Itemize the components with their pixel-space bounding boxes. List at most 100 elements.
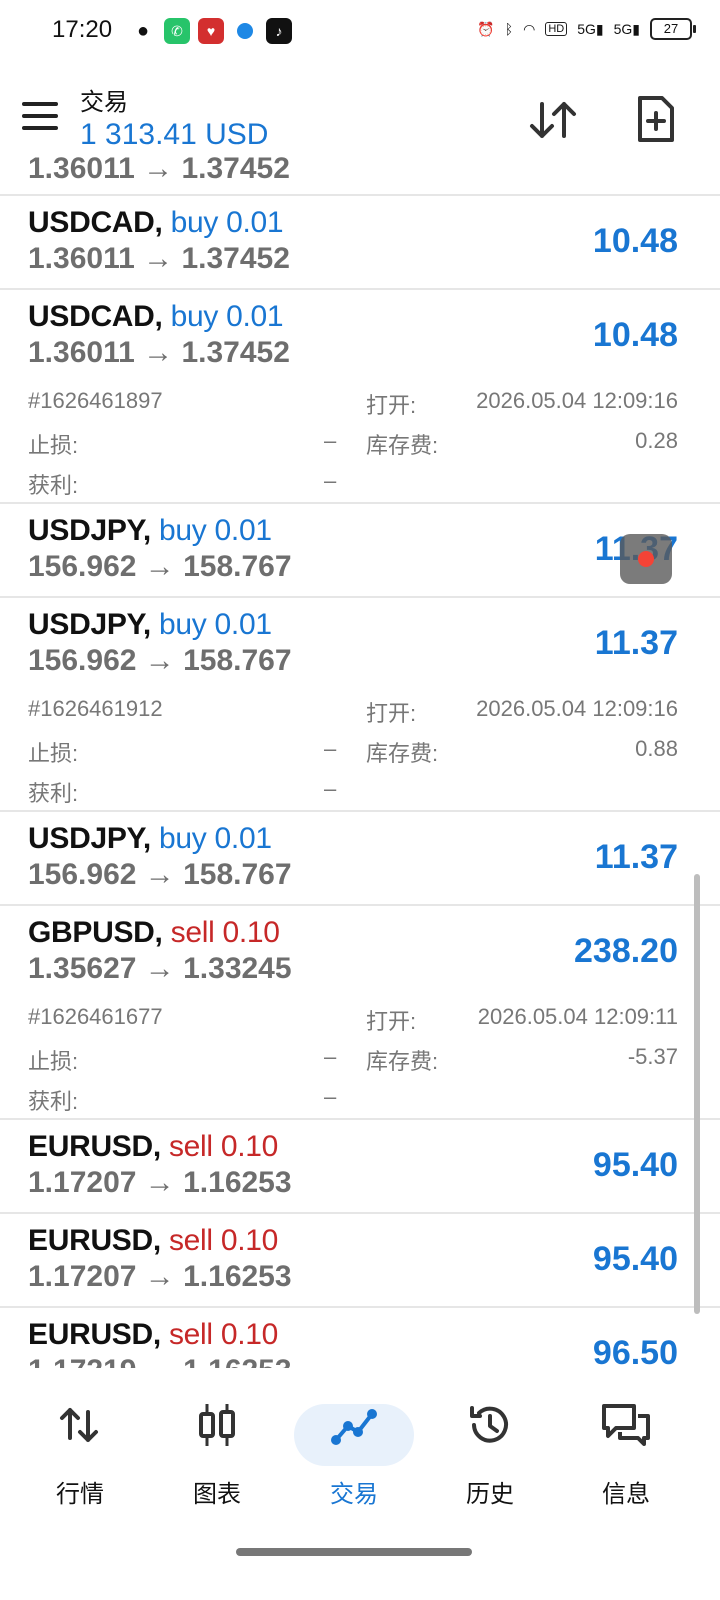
open-label: 打开:	[366, 393, 417, 418]
page-title: 交易	[80, 89, 128, 116]
position-direction: buy 0.01	[159, 514, 272, 547]
nav-label: 行情	[56, 1481, 104, 1508]
swap-label: 库存费:	[366, 1049, 439, 1074]
position-prices: 156.962 → 158.767	[28, 644, 292, 677]
swap-label: 库存费:	[366, 433, 439, 458]
position-row[interactable]: USDJPY, buy 0.01 156.962 → 158.767 11.37	[0, 504, 720, 598]
status-bar: 17:20 ● ✆ ♥ ♪ ⏰ ᛒ ◠ HD 5G▮ 5G▮ 27	[0, 0, 720, 64]
nav-messages[interactable]: 信息	[566, 1392, 686, 1508]
messages-icon	[602, 1404, 650, 1446]
position-row-expanded[interactable]: GBPUSD, sell 0.10 1.35627 → 1.33245 238.…	[0, 906, 720, 1120]
position-prices: 1.35627 → 1.33245	[28, 952, 292, 985]
trade-icon	[331, 1409, 377, 1445]
position-symbol: USDJPY,	[28, 822, 151, 855]
hd-icon: HD	[545, 22, 568, 36]
health-app-icon: ♥	[198, 18, 224, 44]
position-profit: 10.48	[592, 316, 678, 354]
new-order-icon[interactable]	[636, 96, 676, 142]
scrollbar[interactable]	[694, 874, 700, 1314]
alarm-icon: ⏰	[477, 20, 495, 37]
swap-value: 0.28	[635, 428, 678, 453]
sl-label: 止损:	[28, 1049, 79, 1074]
tiktok-icon: ♪	[266, 18, 292, 44]
position-prices: 1.36011 → 1.37452	[28, 152, 290, 185]
position-symbol: USDCAD,	[28, 300, 163, 333]
sort-icon[interactable]	[528, 98, 578, 142]
open-time: 2026.05.04 12:09:16	[476, 388, 678, 413]
history-icon	[470, 1406, 508, 1443]
nav-quotes[interactable]: 行情	[20, 1392, 140, 1508]
position-row-partial[interactable]: 1.36011 → 1.37452	[0, 150, 720, 196]
position-symbol: GBPUSD,	[28, 916, 163, 949]
battery-icon: 27	[650, 18, 696, 40]
position-profit: 95.40	[592, 1146, 678, 1184]
position-row[interactable]: EURUSD, sell 0.10 1.17207 → 1.16253 95.4…	[0, 1120, 720, 1214]
position-direction: sell 0.10	[168, 1224, 279, 1257]
position-prices: 1.36011 → 1.37452	[28, 242, 290, 275]
tp-value: –	[324, 1084, 337, 1109]
nav-trade[interactable]: 交易	[294, 1392, 414, 1508]
phone-icon: ✆	[164, 18, 190, 44]
quotes-icon	[60, 1408, 98, 1442]
position-row[interactable]: EURUSD, sell 0.10 1.17207 → 1.16253 95.4…	[0, 1214, 720, 1308]
position-row[interactable]: USDJPY, buy 0.01 156.962 → 158.767 11.37	[0, 812, 720, 906]
nav-history[interactable]: 历史	[430, 1392, 550, 1508]
ticket-number: #1626461897	[28, 388, 163, 413]
system-icons: ⏰ ᛒ ◠ HD 5G▮ 5G▮ 27	[477, 18, 696, 40]
position-symbol: EURUSD,	[28, 1224, 161, 1257]
position-row-expanded[interactable]: USDCAD, buy 0.01 1.36011 → 1.37452 10.48…	[0, 290, 720, 504]
position-row[interactable]: USDCAD, buy 0.01 1.36011 → 1.37452 10.48	[0, 196, 720, 290]
signal-5g-icon: 5G▮	[577, 20, 604, 37]
open-time: 2026.05.04 12:09:16	[476, 696, 678, 721]
position-row-expanded[interactable]: USDJPY, buy 0.01 156.962 → 158.767 11.37…	[0, 598, 720, 812]
position-profit: 11.37	[594, 624, 678, 662]
open-label: 打开:	[366, 1009, 417, 1034]
swap-value: -5.37	[627, 1044, 678, 1069]
position-direction: buy 0.01	[159, 608, 272, 641]
position-profit: 11.37	[594, 838, 678, 876]
nav-chart[interactable]: 图表	[157, 1392, 277, 1508]
screen-record-icon[interactable]	[620, 534, 672, 584]
ticket-number: #1626461677	[28, 1004, 163, 1029]
sl-value: –	[324, 1044, 337, 1069]
bluetooth-icon: ᛒ	[504, 21, 514, 37]
position-symbol: EURUSD,	[28, 1318, 161, 1351]
position-direction: buy 0.01	[159, 822, 272, 855]
position-symbol: USDJPY,	[28, 608, 151, 641]
wifi-icon: ◠	[523, 20, 536, 37]
swap-value: 0.88	[635, 736, 678, 761]
position-prices: 1.36011 → 1.37452	[28, 336, 290, 369]
sl-value: –	[324, 736, 337, 761]
signal-5g-icon-2: 5G▮	[613, 20, 640, 37]
nav-label: 交易	[330, 1481, 378, 1508]
sl-value: –	[324, 428, 337, 453]
position-row[interactable]: EURUSD, sell 0.10 1.17219 → 1.16253 96.5…	[0, 1308, 720, 1368]
bottom-navigation: 行情 图表 交易 历史 信息	[0, 1380, 720, 1600]
wechat-icon: ●	[130, 18, 156, 44]
tp-value: –	[324, 468, 337, 493]
menu-icon[interactable]	[22, 102, 58, 130]
position-direction: buy 0.01	[170, 300, 284, 333]
home-indicator[interactable]	[236, 1548, 472, 1556]
position-direction: buy 0.01	[170, 206, 284, 239]
position-symbol: USDCAD,	[28, 206, 163, 239]
position-prices: 1.17219 → 1.16253	[28, 1354, 292, 1368]
sl-label: 止损:	[28, 433, 79, 458]
position-profit: 10.48	[592, 222, 678, 260]
sl-label: 止损:	[28, 741, 79, 766]
positions-list[interactable]: 1.36011 → 1.37452 USDCAD, buy 0.01 1.360…	[0, 150, 720, 1368]
position-profit: 95.40	[592, 1240, 678, 1278]
position-prices: 1.17207 → 1.16253	[28, 1166, 292, 1199]
swap-label: 库存费:	[366, 741, 439, 766]
notification-icons: ● ✆ ♥ ♪	[130, 18, 292, 44]
status-time: 17:20	[52, 16, 113, 43]
position-direction: sell 0.10	[168, 1318, 279, 1351]
tp-label: 获利:	[28, 473, 79, 498]
open-time: 2026.05.04 12:09:11	[477, 1004, 678, 1029]
position-prices: 156.962 → 158.767	[28, 858, 292, 891]
nav-label: 历史	[466, 1481, 514, 1508]
position-direction: sell 0.10	[168, 1130, 279, 1163]
position-profit: 238.20	[574, 932, 678, 970]
browser-icon	[232, 18, 258, 44]
account-balance: 1 313.41 USD	[80, 118, 269, 151]
